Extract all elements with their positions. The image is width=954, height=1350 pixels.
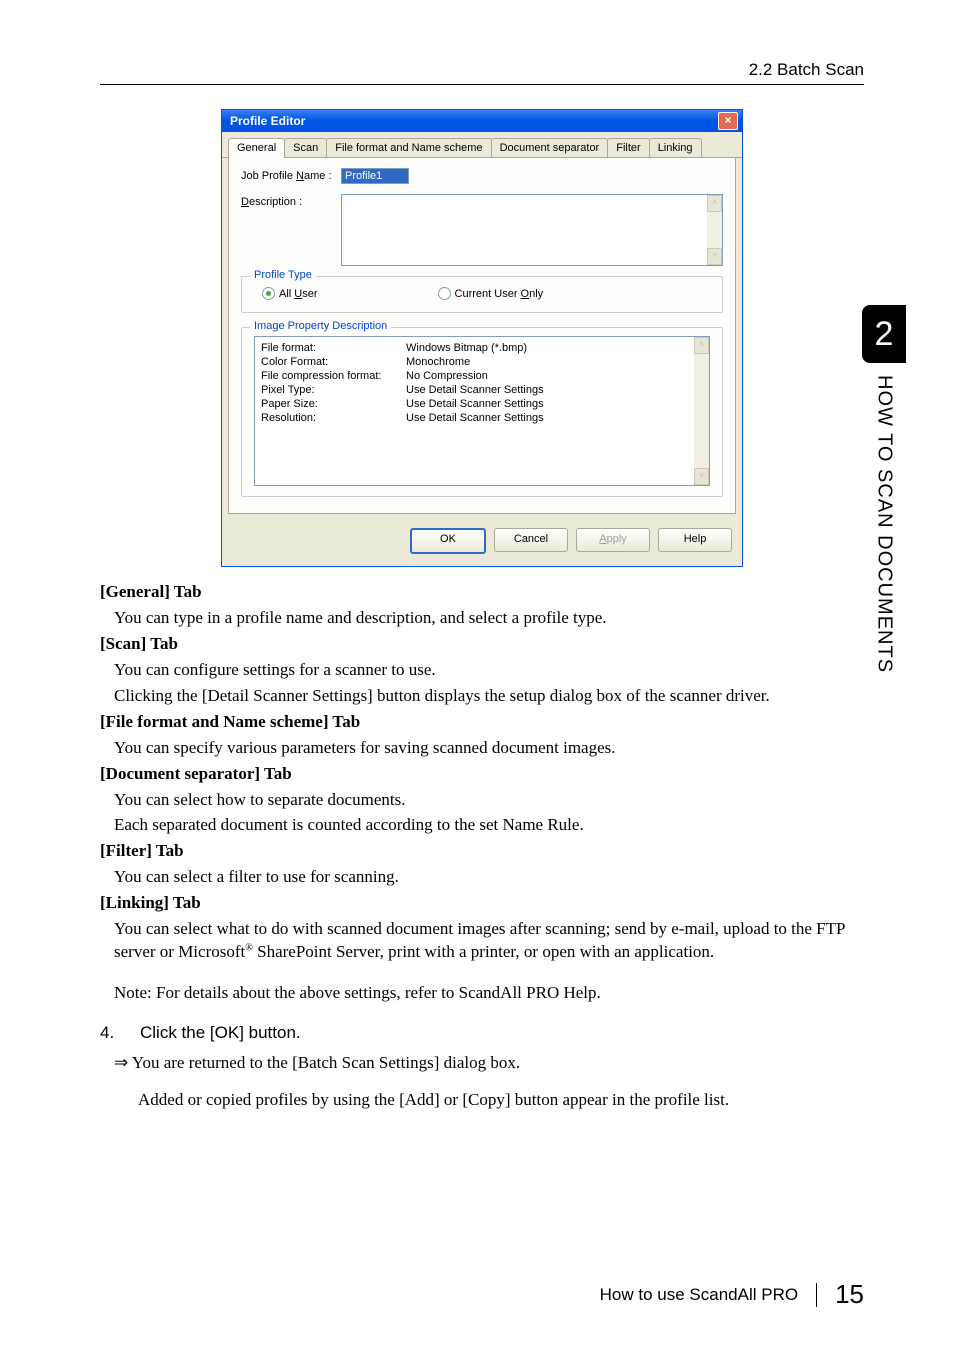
step-number: 4. xyxy=(100,1023,122,1043)
scrollbar-disabled: ˄ ˅ xyxy=(707,195,722,265)
file-format-tab-heading: [File format and Name scheme] Tab xyxy=(100,712,360,731)
scroll-up-icon: ˄ xyxy=(707,195,722,212)
result-line: ⇒ You are returned to the [Batch Scan Se… xyxy=(100,1053,864,1073)
tab-document-separator[interactable]: Document separator xyxy=(491,138,609,157)
header-rule xyxy=(100,84,864,85)
chapter-number: 2 xyxy=(862,305,906,363)
filter-tab-heading: [Filter] Tab xyxy=(100,841,184,860)
filter-tab-text: You can select a filter to use for scann… xyxy=(100,866,864,889)
scroll-down-icon: ˅ xyxy=(694,468,709,485)
scan-tab-text-1: You can configure settings for a scanner… xyxy=(100,659,864,682)
radio-all-user[interactable]: All User xyxy=(262,287,318,300)
profile-type-group: Profile Type All User Current User Only xyxy=(241,276,723,313)
job-profile-name-label: Job Profile Name : xyxy=(241,168,341,182)
tab-bar: General Scan File format and Name scheme… xyxy=(222,132,742,158)
tab-scan[interactable]: Scan xyxy=(284,138,327,157)
window-title: Profile Editor xyxy=(230,114,305,128)
step-text: Click the [OK] button. xyxy=(140,1023,301,1043)
scan-tab-text-2: Clicking the [Detail Scanner Settings] b… xyxy=(100,685,864,708)
job-profile-name-input[interactable]: Profile1 xyxy=(341,168,409,184)
property-labels: File format: Color Format: File compress… xyxy=(261,341,406,425)
linking-tab-heading: [Linking] Tab xyxy=(100,893,201,912)
scrollbar-disabled: ˄ ˅ xyxy=(694,337,709,485)
general-tab-heading: [General] Tab xyxy=(100,582,202,601)
profile-editor-window: Profile Editor × General Scan File forma… xyxy=(221,109,743,567)
profile-type-legend: Profile Type xyxy=(250,269,316,281)
tab-pane-general: Job Profile Name : Profile1 Description … xyxy=(228,158,736,514)
arrow-icon: ⇒ xyxy=(114,1053,128,1072)
footer-separator xyxy=(816,1283,817,1307)
cancel-button[interactable]: Cancel xyxy=(494,528,568,552)
radio-all-user-label: All User xyxy=(279,288,318,300)
note-text: Note: For details about the above settin… xyxy=(100,982,864,1005)
image-property-legend: Image Property Description xyxy=(250,320,391,332)
property-values: Windows Bitmap (*.bmp) Monochrome No Com… xyxy=(406,341,544,425)
radio-current-user-label: Current User Only xyxy=(455,288,544,300)
footer-text: How to use ScandAll PRO xyxy=(600,1285,798,1305)
linking-tab-text: You can select what to do with scanned d… xyxy=(100,918,864,964)
radio-icon xyxy=(262,287,275,300)
scan-tab-heading: [Scan] Tab xyxy=(100,634,178,653)
description-input[interactable] xyxy=(341,194,723,266)
chapter-label: HOW TO SCAN DOCUMENTS xyxy=(873,375,896,673)
help-button[interactable]: Help xyxy=(658,528,732,552)
tab-filter[interactable]: Filter xyxy=(607,138,649,157)
apply-button[interactable]: Apply xyxy=(576,528,650,552)
dialog-button-row: OK Cancel Apply Help xyxy=(222,520,742,566)
window-titlebar: Profile Editor × xyxy=(222,110,742,132)
tab-file-format[interactable]: File format and Name scheme xyxy=(326,138,491,157)
page-footer: How to use ScandAll PRO 15 xyxy=(100,1279,864,1310)
side-tab: 2 HOW TO SCAN DOCUMENTS xyxy=(862,305,906,673)
radio-icon xyxy=(438,287,451,300)
general-tab-text: You can type in a profile name and descr… xyxy=(100,607,864,630)
ok-button[interactable]: OK xyxy=(410,528,486,554)
document-separator-text-1: You can select how to separate documents… xyxy=(100,789,864,812)
step-4: 4. Click the [OK] button. xyxy=(100,1023,864,1043)
document-separator-text-2: Each separated document is counted accor… xyxy=(100,814,864,837)
description-label: Description : xyxy=(241,194,341,208)
header-section: 2.2 Batch Scan xyxy=(100,60,864,80)
result-detail: Added or copied profiles by using the [A… xyxy=(100,1090,864,1110)
file-format-tab-text: You can specify various parameters for s… xyxy=(100,737,864,760)
tab-linking[interactable]: Linking xyxy=(649,138,702,157)
page-number: 15 xyxy=(835,1279,864,1310)
document-separator-tab-heading: [Document separator] Tab xyxy=(100,764,292,783)
scroll-up-icon: ˄ xyxy=(694,337,709,354)
radio-current-user[interactable]: Current User Only xyxy=(438,287,544,300)
tab-general[interactable]: General xyxy=(228,138,285,158)
body-text: [General] Tab You can type in a profile … xyxy=(100,581,864,1005)
image-property-group: Image Property Description File format: … xyxy=(241,327,723,497)
scroll-down-icon: ˅ xyxy=(707,248,722,265)
close-icon[interactable]: × xyxy=(718,112,738,130)
image-property-box: File format: Color Format: File compress… xyxy=(254,336,710,486)
